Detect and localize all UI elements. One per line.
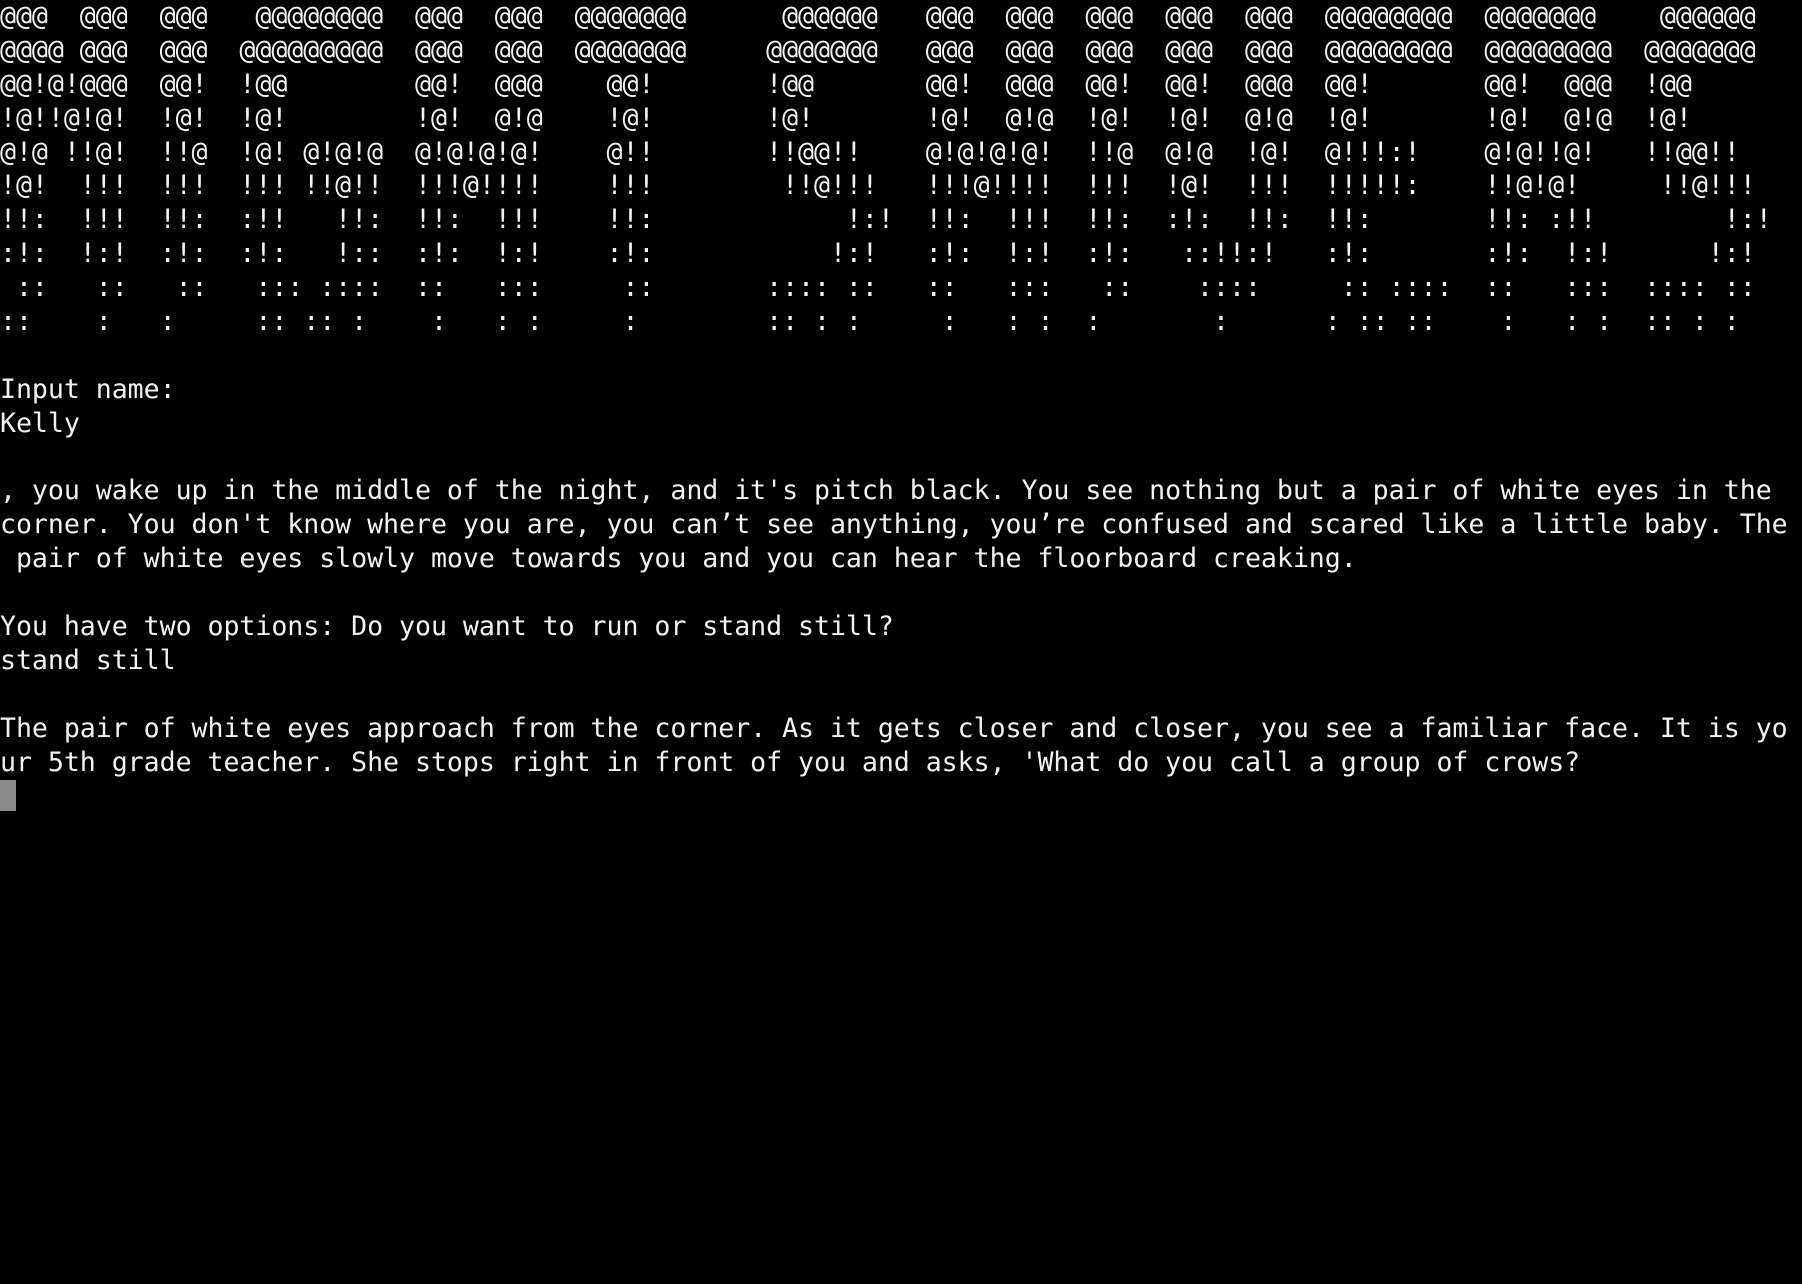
choice-input-echo: stand still: [0, 644, 176, 676]
banner-line: :: :: :: ::: :::: :: ::: :: :::: :: :: :…: [0, 272, 1756, 304]
text-cursor: [0, 780, 16, 812]
name-input-echo: Kelly: [0, 407, 80, 439]
story-line: , you wake up in the middle of the night…: [0, 475, 1772, 507]
story-line: The pair of white eyes approach from the…: [0, 712, 1788, 744]
terminal-window[interactable]: @@@ @@@ @@@ @@@@@@@@ @@@ @@@ @@@@@@@ @@@…: [0, 0, 1802, 1284]
banner-line: !!: !!! !!: :!! !!: !!: !!! !!: !:! !!: …: [0, 204, 1772, 236]
story-line: pair of white eyes slowly move towards y…: [0, 543, 1357, 575]
story-line: corner. You don't know where you are, yo…: [0, 509, 1788, 541]
name-prompt: Input name:: [0, 373, 176, 405]
banner-line: !@! !!! !!! !!! !!@!! !!!@!!!! !!! !!@!!…: [0, 170, 1756, 202]
banner-line: @@!@!@@@ @@! !@@ @@! @@@ @@! !@@ @@! @@@…: [0, 68, 1692, 100]
banner-line: @@@ @@@ @@@ @@@@@@@@ @@@ @@@ @@@@@@@ @@@…: [0, 1, 1756, 32]
options-prompt: You have two options: Do you want to run…: [0, 611, 894, 643]
banner-line: @!@ !!@! !!@ !@! @!@!@ @!@!@!@! @!! !!@@…: [0, 136, 1740, 168]
banner-line: @@@@ @@@ @@@ @@@@@@@@@ @@@ @@@ @@@@@@@ @…: [0, 34, 1756, 66]
story-line: ur 5th grade teacher. She stops right in…: [0, 746, 1581, 778]
input-line[interactable]: [0, 779, 1802, 813]
banner-line: !@!!@!@! !@! !@! !@! @!@ !@! !@! !@! @!@…: [0, 102, 1692, 134]
ascii-banner: @@@ @@@ @@@ @@@@@@@@ @@@ @@@ @@@@@@@ @@@…: [0, 0, 1802, 339]
banner-line: :!: !:! :!: :!: !:: :!: !:! :!: !:! :!: …: [0, 238, 1756, 270]
banner-line: :: : : :: :: : : : : : :: : : : : : : : …: [0, 306, 1740, 338]
